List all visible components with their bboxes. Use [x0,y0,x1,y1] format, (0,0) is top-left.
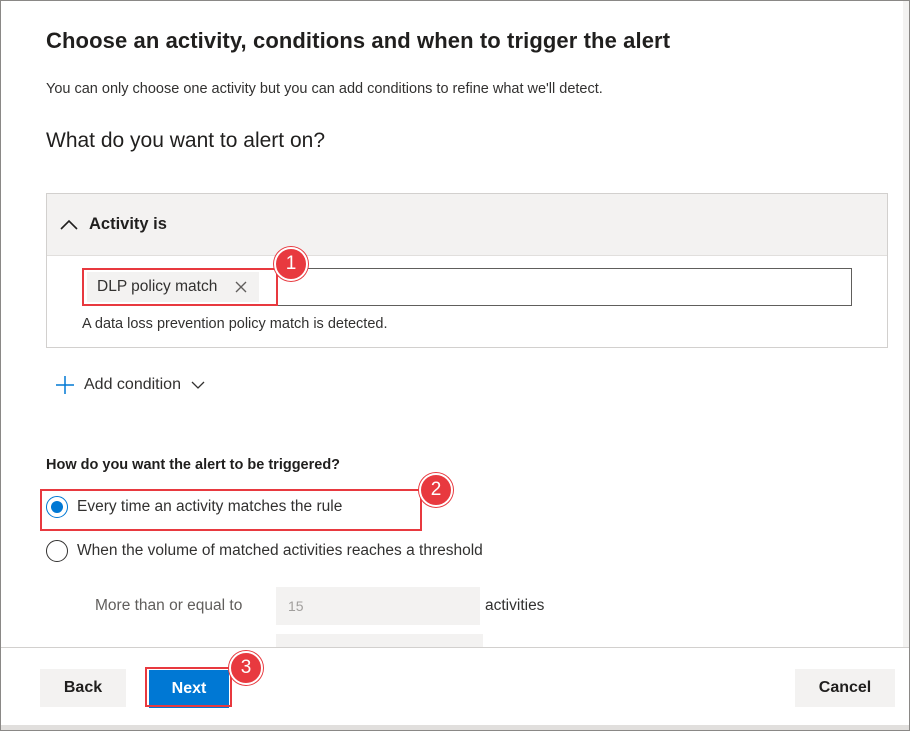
trigger-question-label: How do you want the alert to be triggere… [46,457,341,473]
wizard-footer: Back Next Cancel [1,647,909,730]
next-button[interactable]: Next [149,670,229,708]
page-title: Choose an activity, conditions and when … [46,28,671,53]
section-heading: What do you want to alert on? [46,129,325,152]
radio-button-checked[interactable] [46,496,68,518]
radio-threshold[interactable]: When the volume of matched activities re… [46,540,483,562]
selected-activity-tag: DLP policy match [87,272,260,302]
plus-icon [56,376,74,394]
activity-picker-input[interactable]: DLP policy match [82,268,852,306]
radio-threshold-label: When the volume of matched activities re… [77,542,483,559]
bottom-strip [1,725,909,730]
threshold-label: More than or equal to [95,597,243,614]
radio-every-time[interactable]: Every time an activity matches the rule [46,496,342,518]
close-icon[interactable] [235,281,247,293]
radio-button-unchecked[interactable] [46,540,68,562]
radio-every-time-label: Every time an activity matches the rule [77,498,343,515]
add-condition-button[interactable]: Add condition [55,375,205,395]
selected-activity-label: DLP policy match [97,278,218,295]
back-button[interactable]: Back [40,669,126,707]
content-area: Choose an activity, conditions and when … [1,1,909,647]
threshold-input[interactable] [276,587,480,625]
chevron-down-icon [191,381,205,389]
activity-accordion: Activity is DLP policy match A data loss… [46,193,888,348]
scrollbar[interactable] [903,1,909,647]
activity-accordion-header[interactable]: Activity is [47,194,887,256]
wizard-panel: Choose an activity, conditions and when … [0,0,910,731]
add-condition-label: Add condition [84,376,181,393]
cancel-button[interactable]: Cancel [795,669,895,707]
chevron-up-icon [60,219,78,230]
threshold-window-input[interactable] [276,634,483,647]
activity-description: A data loss prevention policy match is d… [82,316,388,332]
page-subtitle: You can only choose one activity but you… [46,81,603,97]
activity-accordion-title: Activity is [89,215,167,233]
threshold-unit: activities [485,597,545,614]
